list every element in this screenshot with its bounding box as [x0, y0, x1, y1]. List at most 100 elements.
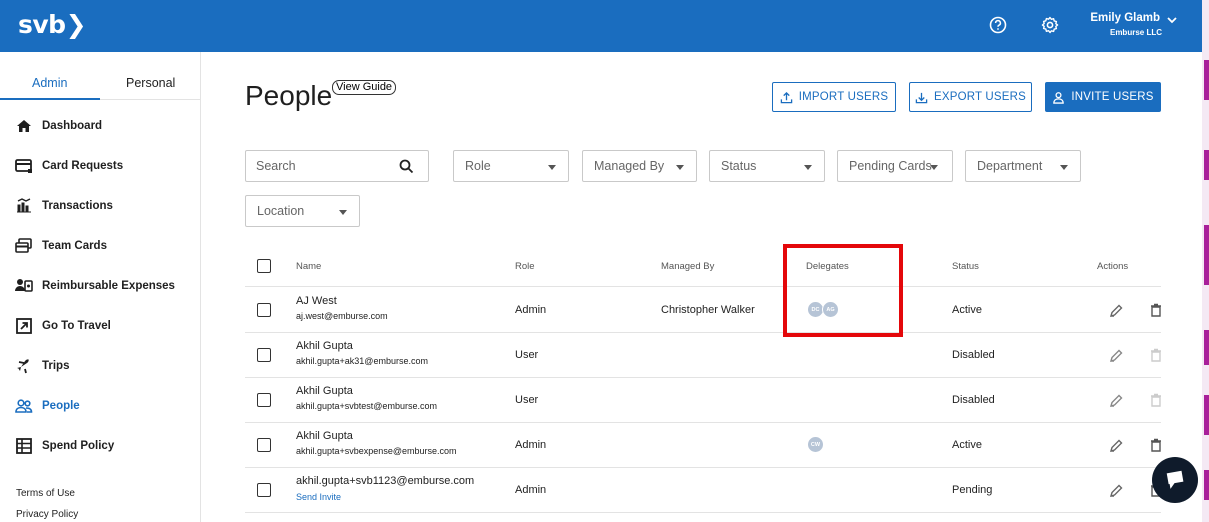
delegates-highlight-box — [783, 244, 903, 337]
chevron-down-icon[interactable] — [1167, 15, 1177, 25]
edit-icon[interactable] — [1108, 303, 1124, 319]
col-actions: Actions — [1097, 261, 1129, 272]
select-all-checkbox[interactable] — [257, 259, 271, 273]
table-row[interactable]: AJ West aj.west@emburse.com Admin Christ… — [245, 288, 1161, 333]
managed-by-cell: Christopher Walker — [661, 304, 755, 316]
status-cell: Disabled — [952, 394, 995, 406]
home-icon — [17, 120, 31, 132]
col-status[interactable]: Status — [952, 261, 979, 272]
search-box — [245, 150, 429, 182]
sidebar-item-dashboard[interactable]: Dashboard — [14, 116, 102, 136]
people-icon — [15, 399, 33, 413]
role-cell: User — [515, 394, 539, 406]
user-cell[interactable]: Akhil Gupta akhil.gupta+svbexpense@embur… — [296, 430, 456, 456]
transactions-icon — [17, 198, 31, 213]
tab-personal[interactable]: Personal — [126, 76, 175, 90]
user-org: Emburse LLC — [1109, 28, 1162, 37]
sidebar-item-label: People — [42, 400, 80, 412]
sidebar-item-label: Card Requests — [42, 160, 124, 172]
trash-icon — [1151, 348, 1161, 362]
edit-icon[interactable] — [1108, 348, 1124, 364]
main-content: People View Guide IMPORT USERS EXPORT US… — [201, 52, 1202, 522]
trash-icon[interactable] — [1148, 437, 1164, 453]
sidebar-item-spend-policy[interactable]: Spend Policy — [14, 436, 114, 456]
sidebar-item-go-to-travel[interactable]: Go To Travel — [14, 316, 111, 336]
privacy-policy-link[interactable]: Privacy Policy — [16, 509, 78, 520]
sidebar-item-trips[interactable]: Trips — [14, 356, 69, 376]
row-checkbox[interactable] — [257, 393, 271, 407]
user-icon — [1053, 91, 1065, 104]
export-users-button[interactable]: EXPORT USERS — [909, 82, 1032, 112]
caret-down-icon — [676, 165, 684, 170]
status-cell: Active — [952, 439, 982, 451]
location-filter[interactable]: Location — [245, 195, 360, 227]
col-name[interactable]: Name — [296, 261, 321, 272]
pending-cards-filter[interactable]: Pending Cards — [837, 150, 953, 182]
plane-icon — [17, 359, 29, 374]
sidebar-item-label: Trips — [42, 360, 70, 372]
terms-of-use-link[interactable]: Terms of Use — [16, 488, 75, 499]
trash-icon — [1151, 393, 1161, 407]
edit-icon[interactable] — [1108, 438, 1124, 454]
trash-icon[interactable] — [1148, 302, 1164, 318]
table-header: Name Role Managed By Delegates Status Ac… — [245, 247, 1161, 287]
caret-down-icon — [339, 210, 347, 215]
sidebar-item-label: Reimbursable Expenses — [42, 280, 175, 292]
chat-launcher-button[interactable] — [1152, 457, 1198, 503]
search-icon[interactable] — [399, 159, 414, 174]
view-guide-button[interactable]: View Guide — [332, 80, 397, 95]
sidebar-item-transactions[interactable]: Transactions — [14, 196, 113, 216]
status-cell: Pending — [952, 484, 993, 496]
sidebar-item-label: Dashboard — [42, 120, 103, 132]
user-cell[interactable]: AJ West aj.west@emburse.com — [296, 295, 388, 321]
download-icon — [915, 92, 928, 103]
col-managed-by[interactable]: Managed By — [661, 261, 714, 272]
sidebar-item-card-requests[interactable]: Card Requests — [14, 156, 123, 176]
caret-down-icon — [804, 165, 812, 170]
edit-icon[interactable] — [1108, 483, 1124, 499]
table-row[interactable]: Akhil Gupta akhil.gupta+svbexpense@embur… — [245, 423, 1161, 468]
page-title: People — [245, 80, 333, 111]
sidebar-item-team-cards[interactable]: Team Cards — [14, 236, 107, 256]
row-checkbox[interactable] — [257, 438, 271, 452]
col-role[interactable]: Role — [515, 261, 535, 272]
managed-by-filter[interactable]: Managed By — [582, 150, 697, 182]
sidebar-item-label: Transactions — [42, 200, 113, 212]
delegate-avatar[interactable]: CW — [807, 436, 824, 453]
status-cell: Active — [952, 304, 982, 316]
role-filter[interactable]: Role — [453, 150, 569, 182]
user-cell[interactable]: Akhil Gupta akhil.gupta+ak31@emburse.com — [296, 340, 428, 366]
row-checkbox[interactable] — [257, 303, 271, 317]
sidebar-item-reimbursable-expenses[interactable]: Reimbursable Expenses — [14, 276, 175, 296]
role-cell: Admin — [515, 304, 547, 316]
user-cell[interactable]: akhil.gupta+svb1123@emburse.com Send Inv… — [296, 475, 474, 502]
role-cell: Admin — [515, 484, 547, 496]
team-cards-icon — [15, 238, 32, 253]
sidebar-item-people[interactable]: People — [14, 396, 80, 416]
caret-down-icon — [1060, 165, 1068, 170]
role-cell: Admin — [515, 439, 547, 451]
invite-users-button[interactable]: INVITE USERS — [1045, 82, 1161, 112]
user-menu[interactable]: Emily Glamb Emburse LLC — [1090, 12, 1162, 37]
sidebar: Admin Personal Dashboard Card Requests T… — [0, 52, 201, 522]
status-filter[interactable]: Status — [709, 150, 825, 182]
gear-icon[interactable] — [1040, 15, 1060, 35]
send-invite-link[interactable]: Send Invite — [296, 492, 474, 502]
import-users-button[interactable]: IMPORT USERS — [772, 82, 896, 112]
table-row[interactable]: Akhil Gupta akhil.gupta+svbtest@emburse.… — [245, 378, 1161, 423]
caret-down-icon — [930, 165, 938, 170]
table-row[interactable]: Akhil Gupta akhil.gupta+ak31@emburse.com… — [245, 333, 1161, 378]
row-checkbox[interactable] — [257, 348, 271, 362]
edit-icon[interactable] — [1108, 393, 1124, 409]
tab-admin[interactable]: Admin — [32, 76, 67, 90]
user-cell[interactable]: Akhil Gupta akhil.gupta+svbtest@emburse.… — [296, 385, 437, 411]
caret-down-icon — [548, 165, 556, 170]
svb-logo[interactable]: svb❯ — [18, 10, 87, 39]
department-filter[interactable]: Department — [965, 150, 1081, 182]
help-icon[interactable] — [988, 15, 1008, 35]
active-tab-underline — [0, 98, 100, 100]
table-row[interactable]: akhil.gupta+svb1123@emburse.com Send Inv… — [245, 468, 1161, 513]
sidebar-tabs: Admin Personal — [0, 72, 201, 100]
top-bar: svb❯ Emily Glamb Emburse LLC — [0, 0, 1202, 52]
row-checkbox[interactable] — [257, 483, 271, 497]
